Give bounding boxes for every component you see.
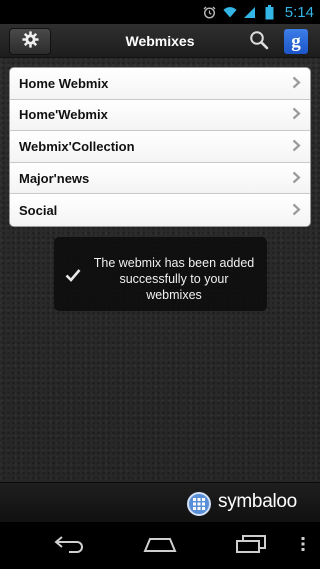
menu-icon: [301, 536, 305, 556]
chevron-right-icon: [292, 169, 301, 188]
list-item[interactable]: Home'Webmix: [10, 99, 310, 132]
status-bar: 5:14: [0, 0, 320, 24]
system-nav-bar: [0, 522, 320, 569]
list-item-label: Major'news: [19, 170, 90, 186]
brand-name[interactable]: symbaloo: [218, 491, 297, 513]
list-item-label: Social: [19, 202, 58, 218]
settings-button[interactable]: [9, 28, 51, 55]
search-button[interactable]: [247, 30, 271, 54]
search-icon: [249, 30, 269, 54]
page-title: Webmixes: [125, 33, 195, 49]
chevron-right-icon: [292, 137, 301, 156]
webmix-list: Home Webmix Home'Webmix Webmix'Collectio…: [9, 67, 311, 227]
list-item[interactable]: Webmix'Collection: [10, 131, 310, 163]
recent-apps-icon: [235, 535, 267, 557]
list-item[interactable]: Major'news: [10, 162, 310, 195]
list-item-label: Home Webmix: [19, 75, 109, 91]
google-search-button[interactable]: g: [284, 29, 308, 54]
google-label: g: [291, 30, 301, 52]
back-icon: [53, 535, 85, 557]
home-icon: [143, 536, 177, 556]
chevron-right-icon: [292, 74, 301, 93]
alarm-icon: [203, 5, 217, 19]
recent-apps-button[interactable]: [234, 535, 268, 557]
toast-message: The webmix has been added successfully t…: [93, 256, 255, 302]
list-item[interactable]: Home Webmix: [10, 68, 310, 100]
list-item-label: Home'Webmix: [19, 107, 108, 123]
home-button[interactable]: [143, 535, 177, 557]
back-button[interactable]: [52, 535, 86, 557]
wifi-icon: [223, 5, 237, 19]
gear-icon: [21, 31, 39, 52]
symbaloo-logo-icon[interactable]: [187, 492, 211, 516]
list-item-label: Webmix'Collection: [19, 138, 135, 154]
list-item[interactable]: Social: [10, 194, 310, 226]
success-toast: The webmix has been added successfully t…: [54, 237, 267, 311]
chevron-right-icon: [292, 201, 301, 220]
checkmark-icon: [65, 267, 81, 282]
signal-icon: [243, 5, 257, 19]
status-clock: 5:14: [284, 3, 314, 21]
app-header: Webmixes g: [0, 24, 320, 58]
overflow-menu-button[interactable]: [288, 535, 318, 557]
battery-icon: [263, 4, 277, 19]
footer-bar: symbaloo: [0, 482, 320, 522]
chevron-right-icon: [292, 105, 301, 124]
